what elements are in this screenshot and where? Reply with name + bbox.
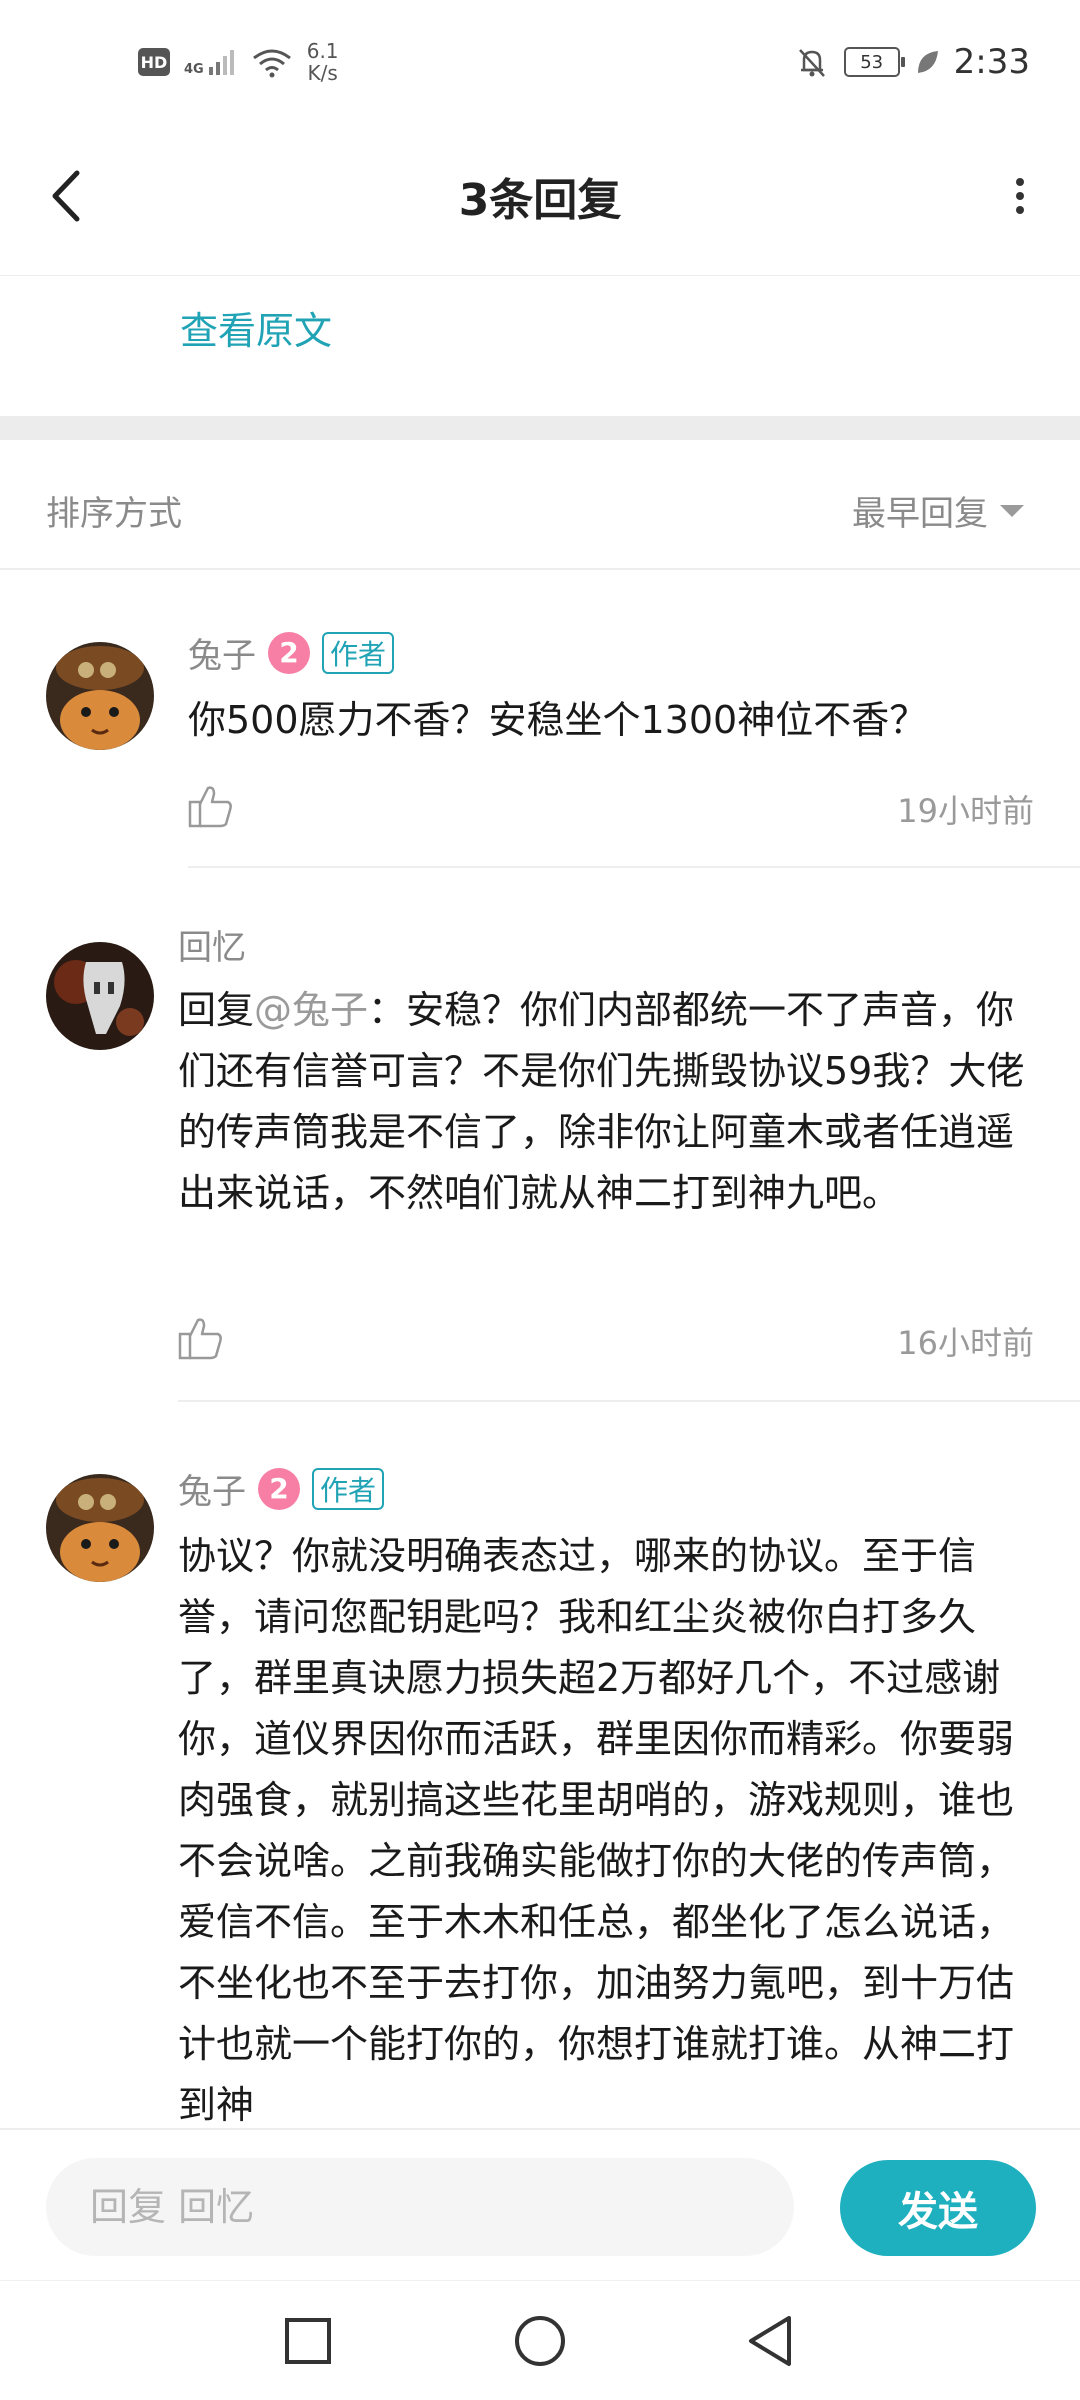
leaf-icon xyxy=(917,51,938,73)
comment-item: 兔子 2 作者 协议？你就没明确表态过，哪来的协议。至于信誉，请问您配钥匙吗？我… xyxy=(0,1402,1080,2128)
home-button[interactable] xyxy=(510,2311,570,2371)
triangle-back-nav-icon xyxy=(749,2316,791,2366)
caret-down-icon xyxy=(1000,504,1024,517)
reply-thread-screen: HD 4G 6.1 K/s 53 2:33 3条回复 查看原文 排序方式 最早回… xyxy=(0,0,1080,2400)
comment-time: 19小时前 xyxy=(897,792,1034,830)
author-name[interactable]: 兔子 xyxy=(178,1464,246,1513)
signal-bars-icon xyxy=(208,50,234,75)
clock: 2:33 xyxy=(953,42,1030,82)
comment-item: 兔子 2 作者 你500愿力不香？安稳坐个1300神位不香？ 19小时前 xyxy=(0,570,1080,870)
reply-input[interactable] xyxy=(46,2158,794,2256)
mention-link[interactable]: @兔子 xyxy=(254,988,368,1032)
battery-icon: 53 xyxy=(843,47,905,77)
level-badge: 2 xyxy=(268,631,310,674)
wifi-icon xyxy=(252,49,291,78)
battery-level: 53 xyxy=(860,51,884,73)
comment-text: 回复@兔子：安稳？你们内部都统一不了声音，你们还有信誉可言？不是你们先撕毁协议5… xyxy=(178,980,1030,1224)
more-vertical-icon xyxy=(1016,178,1024,214)
level-badge: 2 xyxy=(258,1467,300,1510)
page-title: 3条回复 xyxy=(458,175,622,226)
speed-value: 6.1 xyxy=(306,39,339,63)
thumbs-up-icon xyxy=(178,1318,222,1360)
send-button[interactable]: 发送 xyxy=(840,2160,1036,2256)
circle-nav-icon xyxy=(515,2316,565,2366)
sort-value: 最早回复 xyxy=(852,494,988,534)
status-left: HD 4G 6.1 K/s xyxy=(138,40,339,84)
thumbs-up-icon xyxy=(188,786,232,828)
comment-divider xyxy=(188,866,1080,868)
top-nav-bar: 3条回复 xyxy=(0,130,1080,276)
comment-item: 回忆 回复@兔子：安稳？你们内部都统一不了声音，你们还有信誉可言？不是你们先撕毁… xyxy=(0,870,1080,1402)
avatar[interactable] xyxy=(46,942,154,1050)
sort-label: 排序方式 xyxy=(46,494,182,534)
author-badge: 作者 xyxy=(322,631,395,674)
more-options-button[interactable] xyxy=(990,160,1050,232)
author-line: 兔子 2 作者 xyxy=(188,628,395,677)
comment-text: 协议？你就没明确表态过，哪来的协议。至于信誉，请问您配钥匙吗？我和红尘炎被你白打… xyxy=(178,1534,1015,2127)
author-line: 回忆 xyxy=(178,920,246,969)
avatar-mask-image xyxy=(46,942,154,1050)
like-button[interactable] xyxy=(186,782,236,832)
avatar[interactable] xyxy=(46,642,154,750)
hd-icon: HD xyxy=(138,48,170,76)
status-bar: HD 4G 6.1 K/s 53 2:33 xyxy=(0,0,1080,130)
recent-apps-button[interactable] xyxy=(278,2311,338,2371)
comment-text: 你500愿力不香？安稳坐个1300神位不香？ xyxy=(188,698,928,742)
signal-icon: 4G xyxy=(184,47,237,77)
reply-prefix: 回复 xyxy=(178,988,255,1032)
author-badge: 作者 xyxy=(312,1467,385,1510)
section-divider xyxy=(0,416,1080,440)
system-back-button[interactable] xyxy=(740,2311,800,2371)
author-name[interactable]: 兔子 xyxy=(188,628,256,677)
sort-dropdown[interactable]: 最早回复 xyxy=(852,486,1024,535)
sort-row: 排序方式 最早回复 xyxy=(0,440,1080,570)
square-nav-icon xyxy=(285,2318,331,2364)
network-type: 4G xyxy=(184,62,204,77)
avatar[interactable] xyxy=(46,1474,154,1582)
author-name[interactable]: 回忆 xyxy=(178,920,246,969)
system-nav-bar xyxy=(0,2280,1080,2400)
speed-unit: K/s xyxy=(307,61,338,85)
comment-time: 16小时前 xyxy=(897,1324,1034,1362)
reply-bar: 发送 xyxy=(0,2128,1080,2280)
status-right: 53 2:33 xyxy=(794,42,1030,82)
bell-off-icon xyxy=(798,49,825,77)
author-line: 兔子 2 作者 xyxy=(178,1464,385,1513)
avatar-teemo-image xyxy=(46,1474,154,1582)
network-speed: 6.1 K/s xyxy=(307,40,339,84)
avatar-teemo-image xyxy=(46,642,154,750)
view-original-link[interactable]: 查看原文 xyxy=(180,300,332,355)
like-button[interactable] xyxy=(176,1314,226,1364)
